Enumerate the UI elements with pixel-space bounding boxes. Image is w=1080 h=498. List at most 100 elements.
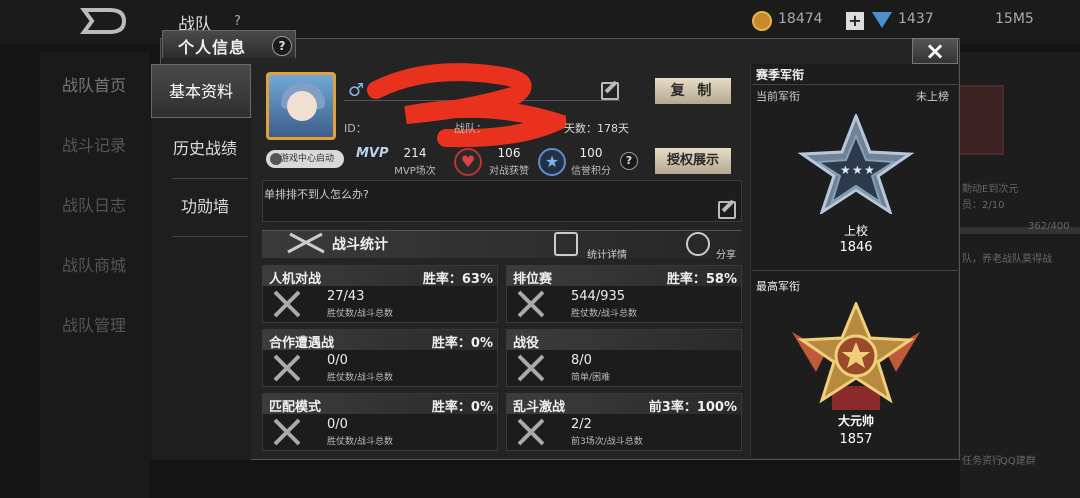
gem-count: 1437 bbox=[898, 11, 934, 27]
menu-divider bbox=[172, 178, 248, 179]
credit-help-icon[interactable]: ? bbox=[620, 152, 638, 170]
card-rate: 胜率：0% bbox=[431, 400, 493, 415]
close-button[interactable]: × bbox=[912, 38, 958, 64]
coin-count: 18474 bbox=[778, 11, 823, 27]
bg-sidebar-item-log[interactable]: 战队日志 bbox=[62, 192, 126, 216]
bg-sidebar-item-home[interactable]: 战队首页 bbox=[62, 72, 126, 96]
svg-text:★: ★ bbox=[864, 163, 875, 177]
card-name: 乱斗激战 bbox=[513, 400, 566, 415]
svg-text:★: ★ bbox=[852, 163, 863, 177]
stat-card-pve[interactable]: 人机对战 胜率：63% 27/43 胜仗数/战斗总数 bbox=[262, 265, 498, 323]
days-label: 天数：178天 bbox=[564, 122, 629, 135]
card-desc: 胜仗数/战斗总数 bbox=[327, 373, 394, 383]
card-desc: 胜仗数/战斗总数 bbox=[571, 309, 638, 319]
card-value: 0/0 bbox=[327, 353, 348, 368]
stats-detail-label[interactable]: 统计详情 bbox=[587, 246, 627, 261]
card-header bbox=[507, 330, 741, 350]
back-logo-icon[interactable] bbox=[80, 6, 128, 36]
card-desc: 前3场次/战斗总数 bbox=[571, 437, 643, 447]
tab-history[interactable]: 历史战绩 bbox=[155, 122, 255, 176]
highest-rank-score: 1857 bbox=[839, 432, 873, 447]
likes-label: 对战获赞 bbox=[489, 166, 529, 177]
gem-icon bbox=[872, 12, 892, 28]
avatar-face bbox=[287, 91, 317, 121]
card-name: 合作遭遇战 bbox=[269, 336, 335, 351]
signature-text: 单排排不到人怎么办? bbox=[264, 188, 369, 201]
battle-stats-title: 战斗统计 bbox=[332, 237, 388, 253]
game-center-icon bbox=[270, 153, 282, 165]
copy-button[interactable]: 复 制 bbox=[655, 78, 731, 104]
current-rank-score: 1846 bbox=[839, 240, 873, 255]
card-value: 0/0 bbox=[327, 417, 348, 432]
share-icon[interactable] bbox=[686, 232, 710, 256]
authorize-display-button[interactable]: 授权展示 bbox=[655, 148, 731, 174]
card-rate: 胜率：63% bbox=[422, 272, 493, 287]
bg-sidebar-item-records[interactable]: 战斗记录 bbox=[62, 132, 126, 156]
redaction-scribble bbox=[367, 63, 566, 148]
highest-rank-name: 大元帅 bbox=[837, 414, 874, 428]
stats-detail-icon[interactable] bbox=[554, 232, 578, 256]
crossed-swords-icon bbox=[273, 418, 301, 446]
crossed-swords-icon bbox=[517, 290, 545, 318]
card-name: 匹配模式 bbox=[269, 400, 322, 415]
crossed-swords-icon bbox=[517, 418, 545, 446]
avatar[interactable] bbox=[266, 72, 336, 140]
stat-card-ranked[interactable]: 排位赛 胜率：58% 544/935 胜仗数/战斗总数 bbox=[506, 265, 742, 323]
background-help-icon[interactable]: ? bbox=[234, 14, 241, 29]
modal-title: 个人信息 bbox=[178, 38, 247, 57]
card-desc: 胜仗数/战斗总数 bbox=[327, 309, 394, 319]
stat-card-campaign[interactable]: 战役 8/0 简单/困难 bbox=[506, 329, 742, 387]
card-rate: 胜率：58% bbox=[666, 272, 737, 287]
mvp-count-label: MVP场次 bbox=[394, 166, 436, 177]
card-rate: 前3率：100% bbox=[648, 400, 737, 415]
card-name: 战役 bbox=[513, 336, 540, 351]
card-value: 8/0 bbox=[571, 353, 592, 368]
bg-text: 362/400 bbox=[1028, 221, 1070, 232]
team-label: 战队： bbox=[454, 122, 487, 135]
card-rate: 胜率：0% bbox=[431, 336, 493, 351]
card-name: 人机对战 bbox=[269, 272, 322, 287]
tab-merit-wall[interactable]: 功勋墙 bbox=[155, 180, 255, 234]
mvp-icon: MVP bbox=[356, 146, 389, 161]
bg-text: 员：2/10 bbox=[962, 200, 1005, 211]
crossed-swords-icon bbox=[273, 354, 301, 382]
stat-card-coop[interactable]: 合作遭遇战 胜率：0% 0/0 胜仗数/战斗总数 bbox=[262, 329, 498, 387]
rank-divider bbox=[752, 270, 958, 271]
credit-score: 100 bbox=[579, 146, 603, 160]
current-rank-name: 上校 bbox=[843, 224, 868, 238]
stat-card-brawl[interactable]: 乱斗激战 前3率：100% 2/2 前3场次/战斗总数 bbox=[506, 393, 742, 451]
current-rank-status: 未上榜 bbox=[916, 90, 949, 103]
bg-sidebar-item-shop[interactable]: 战队商城 bbox=[62, 252, 126, 276]
card-desc: 简单/困难 bbox=[571, 373, 611, 383]
svg-text:★: ★ bbox=[840, 163, 851, 177]
extra-indicator: 15M5 bbox=[995, 11, 1034, 27]
star-icon: ★ bbox=[538, 148, 566, 176]
bg-sidebar-item-manage[interactable]: 战队管理 bbox=[62, 312, 126, 336]
bg-text: 勤动E到次元 bbox=[962, 184, 1019, 195]
credit-score-label: 信誉积分 bbox=[571, 166, 611, 177]
card-value: 2/2 bbox=[571, 417, 592, 432]
season-rank-title: 赛季军衔 bbox=[756, 68, 805, 82]
tab-basic-info[interactable]: 基本资料 bbox=[151, 64, 251, 118]
card-name: 排位赛 bbox=[513, 272, 553, 287]
edit-signature-icon[interactable] bbox=[718, 201, 736, 219]
edit-name-icon[interactable] bbox=[601, 82, 619, 100]
share-label[interactable]: 分享 bbox=[716, 246, 736, 261]
bg-text[interactable]: QQ建群 bbox=[1000, 452, 1036, 467]
rank-divider bbox=[752, 84, 958, 85]
coin-icon bbox=[752, 11, 772, 31]
card-value: 27/43 bbox=[327, 289, 365, 304]
modal-help-icon[interactable]: ? bbox=[272, 36, 292, 56]
mvp-count: 214 bbox=[403, 146, 427, 160]
current-rank-label: 当前军衔 bbox=[756, 90, 800, 103]
crossed-guns-icon bbox=[287, 232, 325, 254]
stat-card-match[interactable]: 匹配模式 胜率：0% 0/0 胜仗数/战斗总数 bbox=[262, 393, 498, 451]
highest-rank-title: 最高军衔 bbox=[756, 280, 800, 293]
bg-text: 队，养老战队莫得战 bbox=[962, 254, 1052, 265]
bg-text[interactable]: 任务资行 bbox=[962, 452, 1002, 467]
card-value: 544/935 bbox=[571, 289, 626, 304]
male-icon: ♂ bbox=[348, 80, 365, 101]
likes-count: 106 bbox=[497, 146, 521, 160]
crossed-swords-icon bbox=[517, 354, 545, 382]
add-currency-button[interactable]: + bbox=[846, 12, 864, 30]
